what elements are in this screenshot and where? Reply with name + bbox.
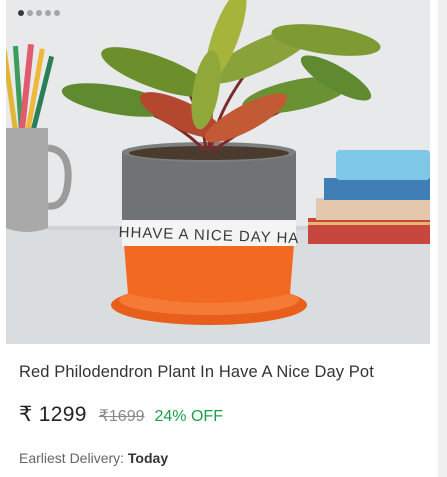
carousel-dot-2[interactable] bbox=[27, 10, 33, 16]
delivery-info: Earliest Delivery: Today bbox=[19, 450, 168, 466]
delivery-label: Earliest Delivery: bbox=[19, 450, 128, 466]
discount-badge: 24% OFF bbox=[154, 408, 223, 425]
carousel-dot-3[interactable] bbox=[36, 10, 42, 16]
product-title[interactable]: Red Philodendron Plant In Have A Nice Da… bbox=[19, 363, 374, 382]
carousel-dot-4[interactable] bbox=[45, 10, 51, 16]
selling-price: ₹ 1299 bbox=[19, 403, 87, 426]
carousel-dots[interactable] bbox=[18, 10, 60, 16]
adjacent-card-edge bbox=[438, 0, 447, 477]
price-row: ₹ 1299 ₹1699 24% OFF bbox=[19, 402, 223, 427]
delivery-value: Today bbox=[127, 450, 169, 466]
carousel-dot-1[interactable] bbox=[18, 10, 24, 16]
product-photo-illustration: HHAVE A NICE DAY HA bbox=[6, 0, 430, 344]
product-card[interactable]: HHAVE A NICE DAY HA Red Philodendron Pla… bbox=[0, 0, 438, 477]
product-image[interactable]: HHAVE A NICE DAY HA bbox=[6, 0, 430, 344]
original-price: ₹1699 bbox=[98, 408, 145, 425]
carousel-dot-5[interactable] bbox=[54, 10, 60, 16]
